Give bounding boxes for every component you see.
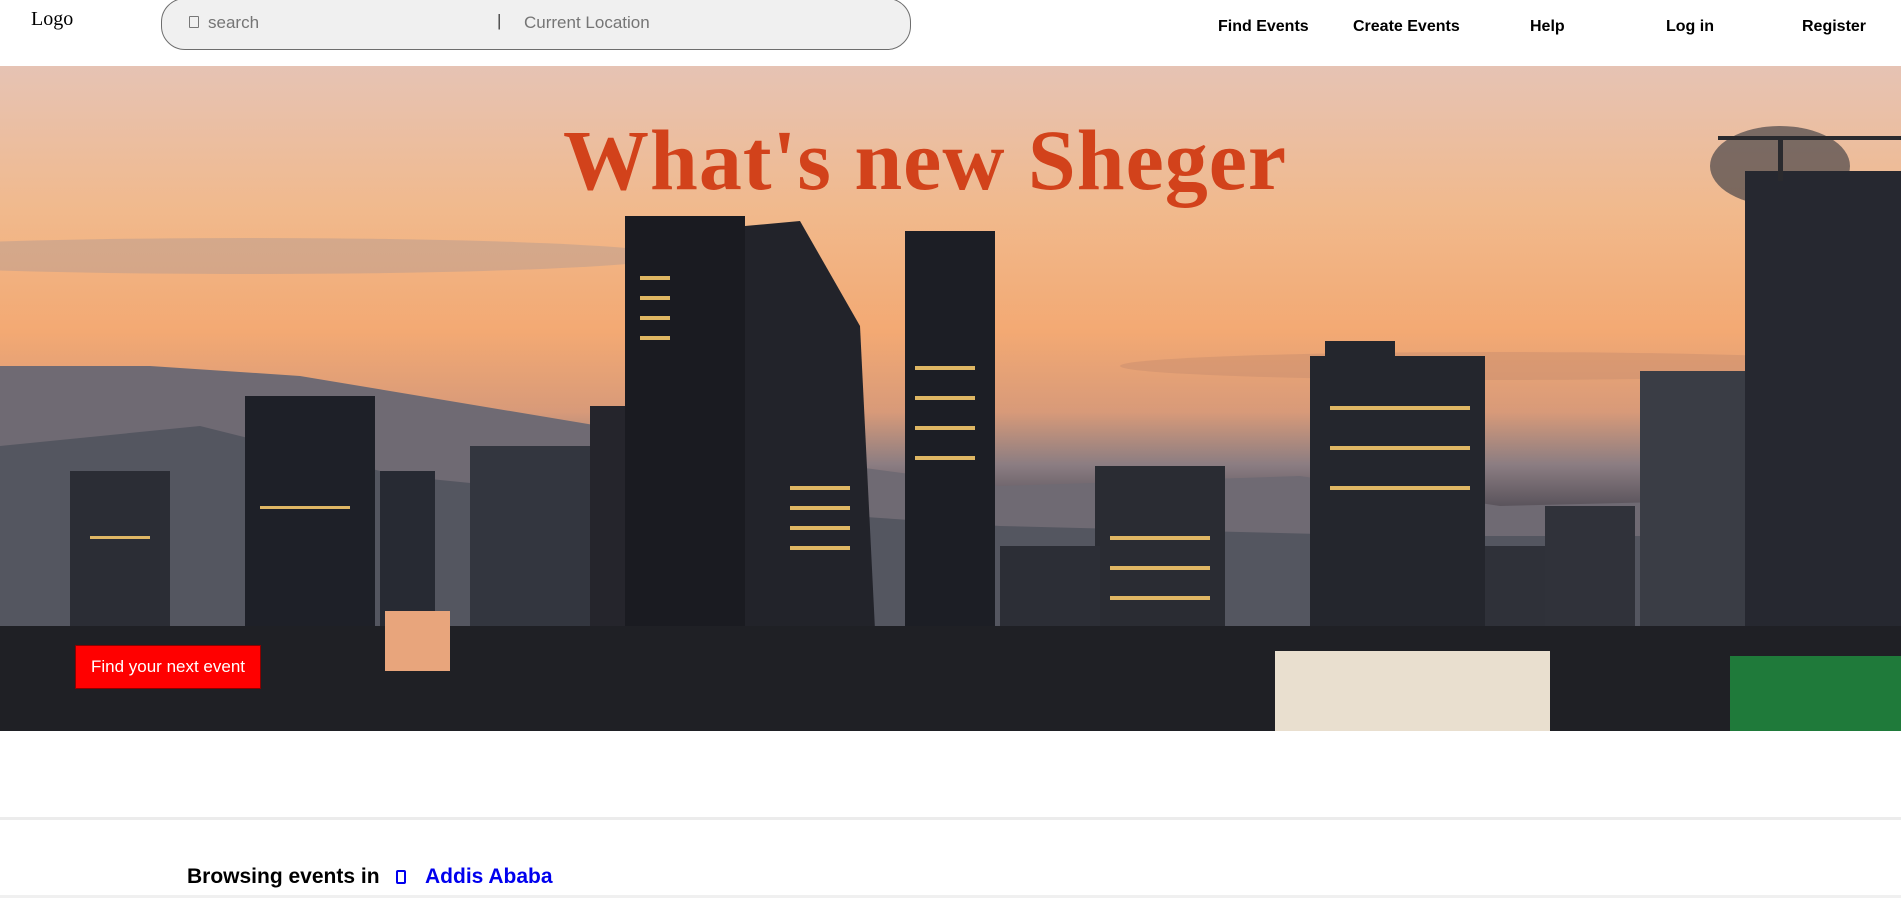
search-input[interactable] <box>208 13 488 33</box>
section-divider <box>0 817 1901 820</box>
top-navbar: Logo | Find Events Create Events Help Lo… <box>0 0 1901 66</box>
search-separator: | <box>497 11 502 30</box>
find-next-event-button[interactable]: Find your next event <box>75 645 261 689</box>
location-input[interactable] <box>524 13 844 33</box>
hero-title: What's new Sheger <box>563 112 1288 208</box>
city-selector-link[interactable]: Addis Ababa <box>425 865 553 889</box>
nav-log-in[interactable]: Log in <box>1666 18 1714 36</box>
nav-find-events[interactable]: Find Events <box>1218 18 1309 36</box>
location-pin-icon[interactable] <box>396 870 406 884</box>
search-icon <box>189 16 199 28</box>
browsing-label: Browsing events in <box>187 865 380 888</box>
search-bar: | <box>161 0 911 50</box>
nav-help[interactable]: Help <box>1530 18 1565 36</box>
nav-create-events[interactable]: Create Events <box>1353 18 1460 36</box>
nav-register[interactable]: Register <box>1802 18 1866 36</box>
logo[interactable]: Logo <box>31 8 73 31</box>
hero-banner: What's new Sheger Find your next event <box>0 66 1901 731</box>
